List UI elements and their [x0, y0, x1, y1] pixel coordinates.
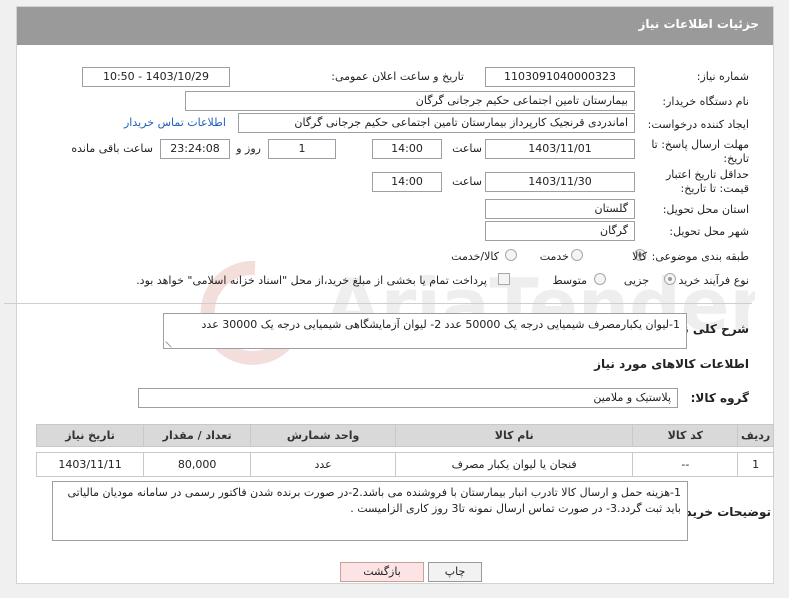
resize-grip-icon[interactable] [165, 336, 177, 348]
reply-deadline-date: 1403/11/01 [485, 139, 635, 159]
col-date: تاریخ نیاز [35, 424, 145, 447]
separator [4, 303, 752, 304]
province-label: استان محل تحویل: [662, 203, 749, 216]
city-label: شهر محل تحویل: [669, 225, 749, 238]
col-unit: واحد شمارش [250, 424, 397, 447]
remaining-time-field: 23:24:08 [160, 139, 230, 159]
reply-days-label: روز و [236, 142, 261, 155]
purchase-type-label: نوع فرآیند خرید : [671, 274, 749, 287]
purchase-radio-medium[interactable] [594, 273, 606, 285]
description-text: 1-لیوان یکبارمصرف شیمیایی درجه یک 50000 … [201, 318, 680, 331]
announce-datetime-field: 1403/10/29 - 10:50 [82, 67, 230, 87]
purchase-option-medium: متوسط [552, 274, 587, 287]
cell-row: 1 [737, 452, 774, 477]
reply-time-label: ساعت [452, 142, 482, 155]
need-number-label: شماره نیاز: [696, 70, 749, 83]
goods-group-field: پلاستیک و ملامین [138, 388, 678, 408]
price-validity-label: حداقل تاریخ اعتبار قیمت: تا تاریخ: [665, 168, 749, 195]
treasury-note: پرداخت تمام یا بخشی از مبلغ خرید،از محل … [136, 274, 487, 287]
category-radio-goods-service[interactable] [505, 249, 517, 261]
print-button[interactable]: چاپ [428, 562, 482, 582]
table-header-row: ردیف کد کالا نام کالا واحد شمارش تعداد /… [35, 424, 774, 447]
col-name: نام کالا [395, 424, 634, 447]
requester-label: ایجاد کننده درخواست: [647, 118, 749, 131]
category-radio-service[interactable] [571, 249, 583, 261]
buyer-contact-link[interactable]: اطلاعات تماس خریدار [124, 116, 226, 129]
purchase-option-minor: جزیی [623, 274, 649, 287]
cell-unit: عدد [250, 452, 397, 477]
announce-datetime-label: تاریخ و ساعت اعلان عمومی: [331, 70, 464, 83]
need-number-field: 1103091040000323 [485, 67, 635, 87]
cell-name: فنجان یا لیوان یکبار مصرف [395, 452, 634, 477]
category-option-service: خدمت [539, 250, 569, 263]
reply-deadline-label: مهلت ارسال پاسخ: تا تاریخ: [651, 138, 749, 165]
goods-info-title: اطلاعات کالاهای مورد نیاز [594, 357, 749, 371]
buyer-org-field: بیمارستان تامین اجتماعی حکیم جرجانی گرگا… [185, 91, 635, 111]
buyer-org-label: نام دستگاه خریدار: [662, 95, 749, 108]
col-qty: تعداد / مقدار [143, 424, 252, 447]
reply-days-field: 1 [268, 139, 336, 159]
remaining-time-label: ساعت باقی مانده [71, 142, 153, 155]
requester-field: اماندردی قرنجیک کارپرداز بیمارستان تامین… [238, 113, 635, 133]
price-validity-time: 14:00 [372, 172, 442, 192]
category-option-goods: کالا [632, 250, 647, 263]
col-row: ردیف [737, 424, 774, 447]
reply-deadline-time: 14:00 [372, 139, 442, 159]
province-field: گلستان [485, 199, 635, 219]
category-label: طبقه بندی موضوعی: [651, 250, 749, 263]
cell-qty: 80,000 [143, 452, 252, 477]
col-code: کد کالا [632, 424, 739, 447]
cell-code: -- [632, 452, 739, 477]
description-textarea[interactable]: 1-لیوان یکبارمصرف شیمیایی درجه یک 50000 … [163, 313, 687, 349]
back-button[interactable]: بازگشت [340, 562, 424, 582]
purchase-radio-minor[interactable] [664, 273, 676, 285]
category-option-goods-service: کالا/خدمت [451, 250, 499, 263]
price-time-label: ساعت [452, 175, 482, 188]
goods-group-label: گروه کالا: [690, 391, 749, 405]
city-field: گرگان [485, 221, 635, 241]
buyer-notes-textarea[interactable]: 1-هزینه حمل و ارسال کالا تادرب انبار بیم… [52, 481, 688, 541]
treasury-checkbox[interactable] [498, 273, 510, 285]
buyer-notes-text: 1-هزینه حمل و ارسال کالا تادرب انبار بیم… [67, 486, 681, 515]
price-validity-date: 1403/11/30 [485, 172, 635, 192]
goods-table: ردیف کد کالا نام کالا واحد شمارش تعداد /… [35, 424, 774, 477]
cell-date: 1403/11/11 [35, 452, 145, 477]
panel-title: جزئیات اطلاعات نیاز [17, 7, 773, 45]
table-row: 1 -- فنجان یا لیوان یکبار مصرف عدد 80,00… [35, 452, 774, 477]
